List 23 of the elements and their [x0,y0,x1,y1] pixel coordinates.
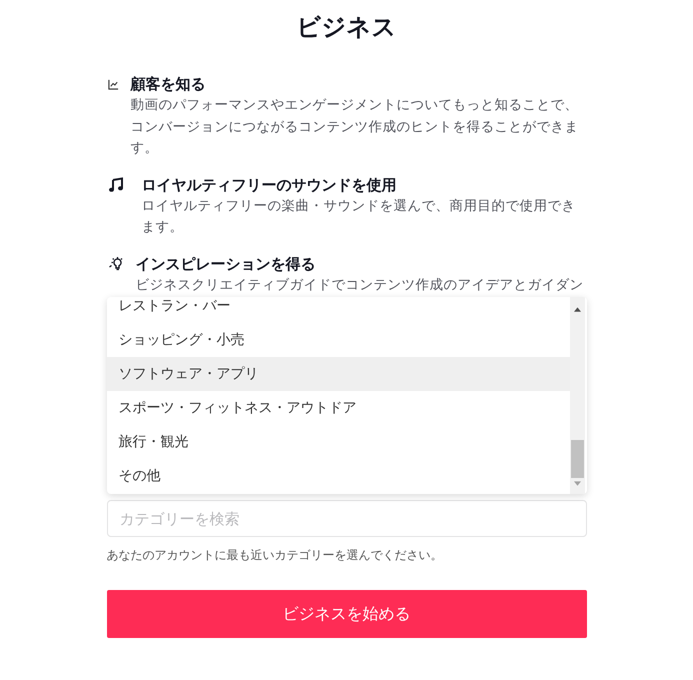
category-option[interactable]: ソフトウェア・アプリ [106,357,570,391]
page-title: ビジネス [296,12,398,43]
category-search-field[interactable]: カテゴリーを検索 [106,500,586,537]
feature-description: ロイヤルティフリーの楽曲・サウンドを選んで、商用目的で使用できます。 [142,196,576,237]
category-option[interactable]: スポーツ・フィットネス・アウトドア [106,391,570,425]
category-option[interactable]: その他 [106,459,570,493]
feature-description: ビジネスクリエイティブガイドでコンテンツ作成のアイデアとガイダン [136,276,584,294]
scroll-up-icon[interactable] [574,307,580,312]
feature-heading: ロイヤルティフリーのサウンドを使用 [142,174,398,196]
music-note-icon [108,176,124,192]
scroll-down-icon[interactable] [574,481,580,486]
chart-icon [108,79,118,90]
scrollbar-thumb[interactable] [570,440,584,478]
category-option[interactable]: レストラン・バー [106,297,570,323]
start-business-button[interactable]: ビジネスを始める [106,590,586,638]
category-option[interactable]: 旅行・観光 [106,425,570,459]
category-option[interactable]: ショッピング・小売 [106,323,570,357]
lightbulb-icon [108,256,124,272]
feature-heading: 顧客を知る [130,74,206,95]
feature-heading: インスピレーションを得る [136,254,316,274]
hint-text: あなたのアカウントに最も近いカテゴリーを選んでください。 [106,547,444,563]
scrollbar[interactable] [570,297,584,494]
feature-description: 動画のパフォーマンスやエンゲージメントについてもっと知ることで、コンバージョンにつながるコンテンツ作成のヒントを得ることができます。 [130,96,580,158]
